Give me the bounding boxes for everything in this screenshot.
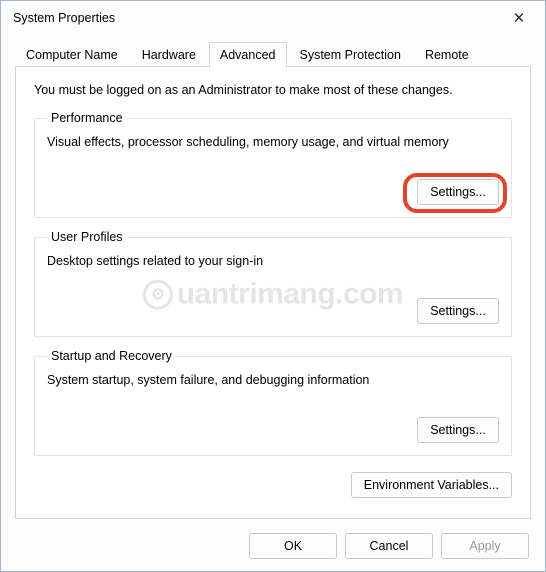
titlebar: System Properties ✕ [1,1,545,35]
system-properties-window: System Properties ✕ Computer Name Hardwa… [0,0,546,572]
tab-system-protection[interactable]: System Protection [289,42,412,67]
group-performance-desc: Visual effects, processor scheduling, me… [47,135,499,149]
performance-settings-button[interactable]: Settings... [417,179,499,205]
group-user-profiles: User Profiles Desktop settings related t… [34,230,512,337]
tabstrip: Computer Name Hardware Advanced System P… [15,41,531,67]
apply-button[interactable]: Apply [441,533,529,559]
content-area: Computer Name Hardware Advanced System P… [1,35,545,533]
group-startup-recovery-legend: Startup and Recovery [47,349,176,363]
close-icon: ✕ [513,9,526,27]
user-profiles-settings-button[interactable]: Settings... [417,298,499,324]
group-user-profiles-desc: Desktop settings related to your sign-in [47,254,499,268]
group-performance: Performance Visual effects, processor sc… [34,111,512,218]
group-startup-recovery: Startup and Recovery System startup, sys… [34,349,512,456]
startup-recovery-settings-button[interactable]: Settings... [417,417,499,443]
tab-advanced[interactable]: Advanced [209,42,287,68]
environment-variables-button[interactable]: Environment Variables... [351,472,512,498]
window-title: System Properties [13,11,115,25]
tab-page-advanced: You must be logged on as an Administrato… [15,66,531,519]
close-button[interactable]: ✕ [503,5,535,31]
tab-remote[interactable]: Remote [414,42,480,67]
group-user-profiles-legend: User Profiles [47,230,127,244]
intro-text: You must be logged on as an Administrato… [34,83,512,97]
ok-button[interactable]: OK [249,533,337,559]
tab-computer-name[interactable]: Computer Name [15,42,129,67]
tab-hardware[interactable]: Hardware [131,42,207,67]
group-performance-legend: Performance [47,111,127,125]
cancel-button[interactable]: Cancel [345,533,433,559]
dialog-footer: OK Cancel Apply [249,533,529,559]
env-row: Environment Variables... [34,472,512,498]
group-startup-recovery-desc: System startup, system failure, and debu… [47,373,499,387]
